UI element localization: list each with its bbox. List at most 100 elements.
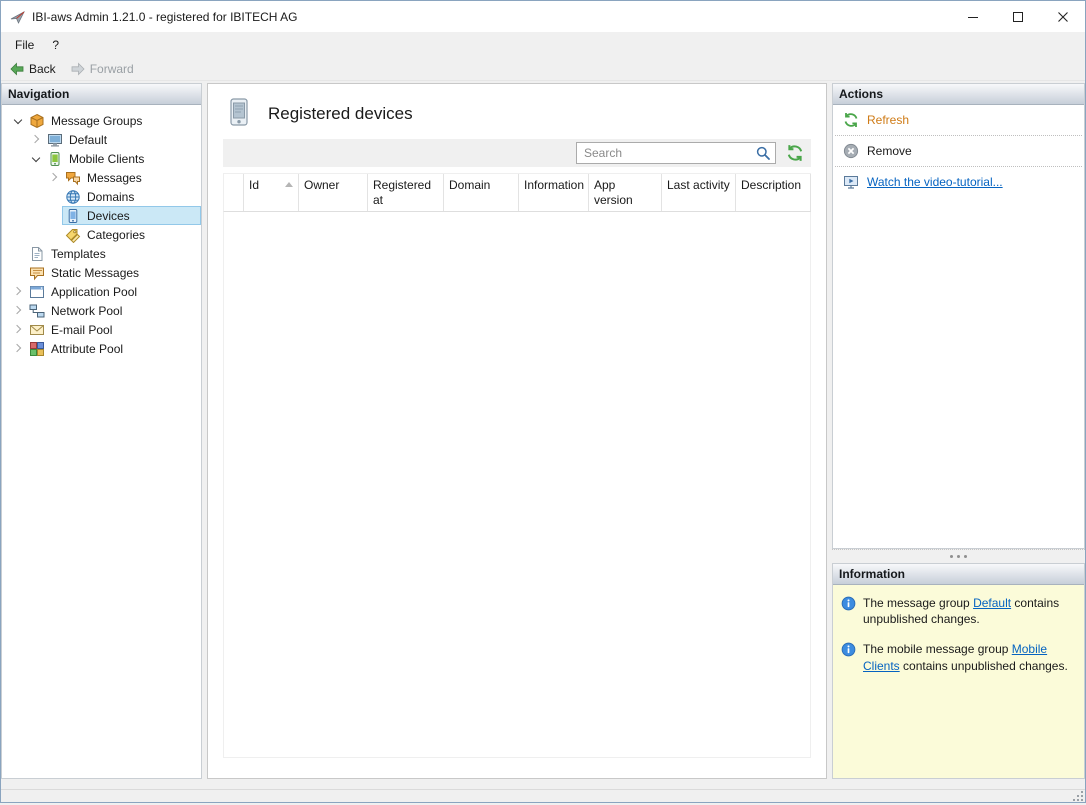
search-icon[interactable] (755, 145, 771, 161)
tree-item-application-pool[interactable]: Application Pool (2, 282, 201, 301)
app-icon (10, 9, 26, 25)
search-bar (223, 139, 811, 167)
chevron-right-icon[interactable] (10, 341, 26, 357)
menu-bar: File ? (1, 32, 1085, 57)
table-body-empty (223, 212, 811, 758)
remove-icon (843, 143, 859, 159)
tree-item-messages[interactable]: Messages (2, 168, 201, 187)
right-panel: Actions Refresh Remove Watch the video-t… (832, 83, 1085, 779)
column-header-app-version[interactable]: App version (589, 174, 662, 211)
search-input[interactable] (576, 142, 776, 164)
tree-item-categories[interactable]: Categories (2, 225, 201, 244)
templates-icon (29, 246, 45, 262)
messages-icon (65, 170, 81, 186)
navigation-header: Navigation (2, 84, 201, 105)
tree-item-devices[interactable]: Devices (2, 206, 201, 225)
menu-help[interactable]: ? (43, 32, 68, 57)
actions-panel: Actions Refresh Remove Watch the video-t… (832, 83, 1085, 549)
chevron-none (10, 246, 26, 262)
tree-item-templates[interactable]: Templates (2, 244, 201, 263)
tree-item-mobile-clients[interactable]: Mobile Clients (2, 149, 201, 168)
tree-item-domains[interactable]: Domains (2, 187, 201, 206)
refresh-icon (843, 112, 859, 128)
window-controls (950, 1, 1085, 32)
information-header: Information (833, 564, 1084, 585)
tree-item-default[interactable]: Default (2, 130, 201, 149)
column-header-gutter[interactable] (224, 174, 244, 211)
chevron-right-icon[interactable] (10, 322, 26, 338)
tree-item-static-messages[interactable]: Static Messages (2, 263, 201, 282)
action-remove[interactable]: Remove (833, 136, 1084, 166)
back-button[interactable]: Back (9, 61, 56, 77)
column-header-id[interactable]: Id (244, 174, 299, 211)
refresh-icon (786, 144, 804, 162)
video-icon (843, 174, 859, 190)
forward-icon (70, 61, 86, 77)
resize-grip-icon[interactable] (1072, 790, 1084, 802)
chevron-none (46, 189, 62, 205)
email-pool-icon (29, 322, 45, 338)
actions-header: Actions (833, 84, 1084, 105)
content-header: Registered devices (208, 84, 826, 139)
page-title: Registered devices (268, 104, 413, 124)
chevron-right-icon[interactable] (28, 132, 44, 148)
tree-item-email-pool[interactable]: E-mail Pool (2, 320, 201, 339)
menu-file[interactable]: File (6, 32, 43, 57)
sort-ascending-icon (285, 182, 293, 187)
window-title: IBI-aws Admin 1.21.0 - registered for IB… (32, 10, 950, 24)
devices-table: Id Owner Registered at Domain Informatio… (223, 173, 811, 758)
info-message-default: The message group Default contains unpub… (841, 595, 1076, 627)
tree-item-attribute-pool[interactable]: Attribute Pool (2, 339, 201, 358)
action-video-tutorial[interactable]: Watch the video-tutorial... (833, 167, 1084, 197)
attribute-pool-icon (29, 341, 45, 357)
navigation-tree: Message Groups Default Mobile Clients Me… (2, 105, 201, 358)
tree-item-network-pool[interactable]: Network Pool (2, 301, 201, 320)
chevron-none (46, 227, 62, 243)
maximize-icon (1013, 12, 1023, 22)
table-header-row: Id Owner Registered at Domain Informatio… (223, 173, 811, 212)
table-refresh-button[interactable] (786, 144, 804, 162)
search-box (576, 142, 776, 164)
status-bar (1, 789, 1085, 802)
back-icon (9, 61, 25, 77)
chevron-down-icon[interactable] (10, 113, 26, 129)
forward-button[interactable]: Forward (70, 61, 134, 77)
column-header-description[interactable]: Description (736, 174, 811, 211)
column-header-information[interactable]: Information (519, 174, 589, 211)
navigation-toolbar: Back Forward (1, 57, 1085, 81)
splitter-dots-icon (957, 555, 960, 558)
info-message-mobile-clients: The mobile message group Mobile Clients … (841, 641, 1076, 673)
panel-splitter-handle[interactable] (832, 549, 1085, 563)
chevron-right-icon[interactable] (46, 170, 62, 186)
close-button[interactable] (1040, 1, 1085, 32)
categories-icon (65, 227, 81, 243)
column-header-last-activity[interactable]: Last activity (662, 174, 736, 211)
chevron-right-icon[interactable] (10, 284, 26, 300)
workspace: Navigation Message Groups Default Mobile… (1, 81, 1085, 789)
information-panel: Information The message group Default co… (832, 563, 1085, 779)
chevron-down-icon[interactable] (28, 151, 44, 167)
info-icon (841, 642, 856, 657)
column-header-registered-at[interactable]: Registered at (368, 174, 444, 211)
mobile-clients-icon (47, 151, 63, 167)
chevron-right-icon[interactable] (10, 303, 26, 319)
minimize-button[interactable] (950, 1, 995, 32)
domains-icon (65, 189, 81, 205)
action-refresh[interactable]: Refresh (833, 105, 1084, 135)
app-window: IBI-aws Admin 1.21.0 - registered for IB… (0, 0, 1086, 803)
network-pool-icon (29, 303, 45, 319)
chevron-none (46, 208, 62, 224)
default-group-link[interactable]: Default (973, 596, 1011, 610)
maximize-button[interactable] (995, 1, 1040, 32)
title-bar: IBI-aws Admin 1.21.0 - registered for IB… (1, 1, 1085, 32)
tree-item-message-groups[interactable]: Message Groups (2, 111, 201, 130)
registered-devices-icon (226, 97, 252, 130)
static-messages-icon (29, 265, 45, 281)
default-group-icon (47, 132, 63, 148)
content-panel: Registered devices Id (207, 83, 827, 779)
column-header-domain[interactable]: Domain (444, 174, 519, 211)
chevron-none (10, 265, 26, 281)
information-body: The message group Default contains unpub… (833, 585, 1084, 778)
application-pool-icon (29, 284, 45, 300)
column-header-owner[interactable]: Owner (299, 174, 368, 211)
